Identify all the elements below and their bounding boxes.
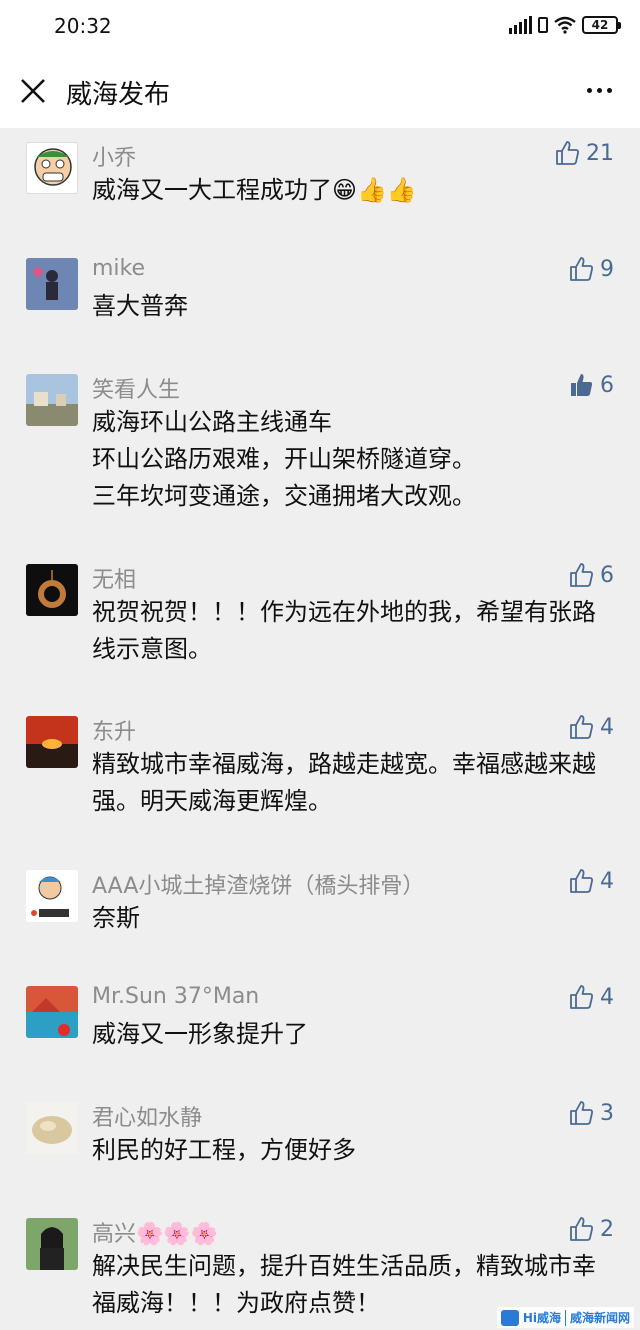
thumbs-up-icon	[570, 1217, 593, 1241]
comment-item: Mr.Sun 37°Man 威海又一形象提升了 4	[0, 972, 640, 1088]
comment-author: 无相	[92, 568, 137, 593]
watermark-logo	[500, 1309, 519, 1326]
watermark-right-text: 威海新闻网	[569, 1311, 630, 1325]
like-button[interactable]: 3	[568, 1100, 614, 1126]
thumbs-up-icon	[556, 141, 579, 165]
like-button[interactable]: 4	[568, 714, 614, 740]
watermark-left-text: Hi威海	[522, 1311, 561, 1325]
comment-author: 笑看人生	[92, 378, 181, 403]
thumbs-up-icon	[570, 985, 593, 1009]
avatar[interactable]	[26, 258, 78, 310]
comment-item: 东升 精致城市幸福威海，路越走越宽。幸福感越来越强。明天威海更辉煌。 4	[0, 702, 640, 856]
like-button[interactable]: 6	[568, 562, 614, 588]
sim-icon	[538, 17, 548, 33]
more-options-icon[interactable]	[587, 88, 612, 93]
comment-item: 无相 祝贺祝贺！！！作为远在外地的我，希望有张路线示意图。 6	[0, 550, 640, 702]
comment-item: 笑看人生 威海环山公路主线通车 环山公路历艰难，开山架桥隧道穿。 三年坎坷变通途…	[0, 360, 640, 550]
comment-author: mike	[92, 256, 146, 281]
avatar[interactable]	[26, 142, 78, 194]
comment-text: 威海又一大工程成功了😁👍👍	[92, 176, 417, 204]
like-button[interactable]: 2	[568, 1216, 614, 1242]
avatar[interactable]	[26, 1102, 78, 1154]
like-count: 21	[586, 140, 614, 166]
comment-text: 奈斯	[92, 904, 140, 932]
title-bar: 威海发布	[0, 56, 640, 128]
watermark: Hi威海 威海新闻网	[496, 1307, 634, 1328]
thumbs-up-filled-icon	[571, 374, 593, 396]
avatar[interactable]	[26, 1218, 78, 1270]
comment-author: 高兴🌸🌸🌸	[92, 1222, 219, 1247]
close-icon[interactable]	[16, 74, 50, 108]
comment-text: 威海环山公路主线通车 环山公路历艰难，开山架桥隧道穿。 三年坎坷变通途，交通拥堵…	[92, 408, 476, 510]
comment-text: 威海又一形象提升了	[92, 1020, 308, 1048]
status-icons: 42	[509, 16, 621, 34]
avatar[interactable]	[26, 564, 78, 616]
like-button[interactable]: 4	[568, 984, 614, 1010]
status-time: 20:32	[54, 14, 112, 38]
comment-text: 祝贺祝贺！！！作为远在外地的我，希望有张路线示意图。	[92, 598, 596, 663]
comment-item: 君心如水静 利民的好工程，方便好多 3	[0, 1088, 640, 1204]
avatar[interactable]	[26, 716, 78, 768]
status-bar: 20:32 42	[0, 0, 640, 56]
like-count: 6	[600, 372, 614, 398]
thumbs-up-icon	[570, 1101, 593, 1125]
comment-author: AAA小城土掉渣烧饼（橋头排骨）	[92, 874, 425, 899]
thumbs-up-icon	[570, 257, 593, 281]
like-button[interactable]: 6	[568, 372, 614, 398]
avatar[interactable]	[26, 374, 78, 426]
like-count: 6	[600, 562, 614, 588]
like-count: 4	[600, 984, 614, 1010]
signal-icon	[509, 16, 532, 34]
like-count: 4	[600, 868, 614, 894]
comment-text: 精致城市幸福威海，路越走越宽。幸福感越来越强。明天威海更辉煌。	[92, 750, 596, 815]
like-button[interactable]: 4	[568, 868, 614, 894]
comment-item: mike 喜大普奔 9	[0, 244, 640, 360]
battery-icon: 42	[582, 16, 621, 34]
comment-author: 东升	[92, 720, 137, 745]
comment-text: 利民的好工程，方便好多	[92, 1136, 356, 1164]
avatar[interactable]	[26, 870, 78, 922]
like-button[interactable]: 21	[554, 140, 614, 166]
thumbs-up-icon	[570, 563, 593, 587]
like-count: 4	[600, 714, 614, 740]
comment-item: AAA小城土掉渣烧饼（橋头排骨） 奈斯 4	[0, 856, 640, 972]
watermark-divider	[564, 1309, 566, 1326]
page-title: 威海发布	[66, 80, 171, 110]
thumbs-up-icon	[570, 869, 593, 893]
wifi-icon	[554, 16, 576, 34]
like-count: 3	[600, 1100, 614, 1126]
comment-text: 喜大普奔	[92, 292, 188, 320]
like-button[interactable]: 9	[568, 256, 614, 282]
avatar[interactable]	[26, 986, 78, 1038]
comment-author: 小乔	[92, 146, 137, 171]
comment-author: Mr.Sun 37°Man	[92, 984, 260, 1009]
comment-item: 小乔 威海又一大工程成功了😁👍👍 21	[0, 128, 640, 244]
comment-author: 君心如水静	[92, 1106, 203, 1131]
like-count: 2	[600, 1216, 614, 1242]
like-count: 9	[600, 256, 614, 282]
comment-list: 小乔 威海又一大工程成功了😁👍👍 21 mike 喜大普奔 9 笑看人生 威海环…	[0, 128, 640, 1330]
thumbs-up-icon	[570, 715, 593, 739]
